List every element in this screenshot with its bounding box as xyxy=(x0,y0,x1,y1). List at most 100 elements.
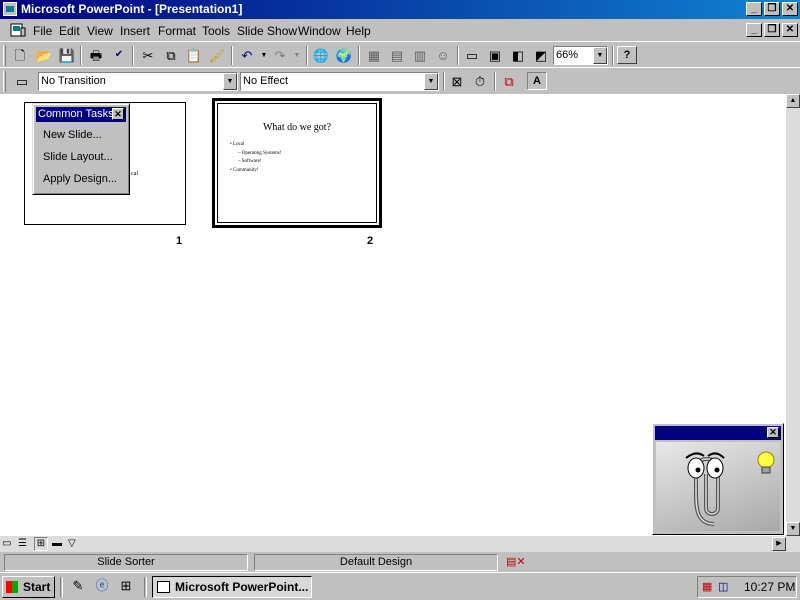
rehearse-timings-icon[interactable]: ⏱ xyxy=(470,72,490,90)
close-icon[interactable]: ✕ xyxy=(112,108,124,120)
new-slide-icon[interactable]: ▭ xyxy=(462,46,482,64)
lightbulb-icon[interactable] xyxy=(756,450,776,476)
hide-slide-icon[interactable]: ⊠ xyxy=(447,72,467,90)
scroll-up-icon[interactable]: ▲ xyxy=(786,94,800,108)
outline-view-icon[interactable]: ☰ xyxy=(18,538,30,550)
menu-tools[interactable]: Tools xyxy=(202,24,230,38)
menu-view[interactable]: View xyxy=(87,24,113,38)
doc-minimize-button[interactable]: _ xyxy=(746,23,762,37)
zoom-value: 66% xyxy=(556,49,579,61)
grayscale-preview-icon[interactable]: ◩ xyxy=(531,46,551,64)
toolbar-separator xyxy=(132,46,134,65)
title-bar[interactable]: Microsoft PowerPoint - [Presentation1] _… xyxy=(0,0,800,19)
help-assistant-icon[interactable]: ? xyxy=(617,46,637,64)
insert-chart-icon[interactable]: ▥ xyxy=(410,46,430,64)
open-folder-icon[interactable]: 📂 xyxy=(34,46,54,64)
menu-window[interactable]: Window xyxy=(298,24,341,38)
doc-close-button[interactable]: ✕ xyxy=(782,23,798,37)
new-slide-button[interactable]: New Slide... xyxy=(43,129,102,141)
scroll-down-icon[interactable]: ▼ xyxy=(786,522,800,536)
zoom-combo[interactable]: 66% ▼ xyxy=(553,46,608,65)
document-icon[interactable] xyxy=(10,23,26,38)
internet-explorer-icon[interactable]: ⓔ xyxy=(92,576,112,594)
slide-thumbnail-2[interactable]: What do we got? • Local – Operating Syst… xyxy=(212,98,382,228)
menu-insert[interactable]: Insert xyxy=(120,24,150,38)
print-icon[interactable]: 🖶 xyxy=(86,46,106,64)
show-formatting-icon[interactable]: A xyxy=(527,72,547,90)
transition-select[interactable]: No Transition ▼ xyxy=(38,72,238,91)
toolbar-separator xyxy=(231,46,233,65)
taskbar-app-label: Microsoft PowerPoint... xyxy=(175,580,309,594)
taskbar-powerpoint-button[interactable]: Microsoft PowerPoint... xyxy=(152,576,312,598)
paste-icon[interactable]: 📋 xyxy=(184,46,204,64)
vertical-scrollbar[interactable]: ▲ ▼ xyxy=(786,94,800,536)
copy-icon[interactable]: ⧉ xyxy=(161,46,181,64)
office-assistant[interactable]: ✕ xyxy=(652,423,784,535)
slide-2-bullet-3: – Software! xyxy=(238,159,262,164)
spelling-icon[interactable]: ✔ xyxy=(109,46,129,64)
effect-value: No Effect xyxy=(243,75,289,87)
toolbar-grip[interactable] xyxy=(3,71,6,92)
close-button[interactable]: ✕ xyxy=(782,2,798,16)
slide-2-content: What do we got? • Local – Operating Syst… xyxy=(217,103,377,223)
common-tasks-toolbar[interactable]: Common Tasks ✕ New Slide... Slide Layout… xyxy=(32,103,130,195)
insert-excel-icon[interactable]: ▤ xyxy=(387,46,407,64)
slide-2-title: What do we got? xyxy=(262,122,332,133)
doc-restore-button[interactable]: ❐ xyxy=(764,23,780,37)
summary-slide-icon[interactable]: ⧉ xyxy=(499,72,519,90)
cut-icon[interactable]: ✂ xyxy=(138,46,158,64)
network-icon[interactable]: ◫ xyxy=(718,577,728,597)
toolbar-separator xyxy=(494,72,496,91)
menu-help[interactable]: Help xyxy=(346,24,371,38)
save-icon[interactable]: 💾 xyxy=(57,46,77,64)
menu-format[interactable]: Format xyxy=(158,24,196,38)
effect-select[interactable]: No Effect ▼ xyxy=(240,72,439,91)
toolbar-separator xyxy=(612,46,614,65)
spelling-status-icon[interactable]: ▤✕ xyxy=(506,555,530,570)
menu-bar: File Edit View Insert Format Tools Slide… xyxy=(0,20,800,41)
close-icon[interactable]: ✕ xyxy=(767,427,779,438)
common-tasks-title-bar[interactable]: Common Tasks ✕ xyxy=(36,107,126,122)
normal-view-icon[interactable]: ▭ xyxy=(2,538,14,550)
taskbar-separator xyxy=(144,577,147,597)
scheduler-icon[interactable]: ▦ xyxy=(702,577,712,597)
slide-number-2: 2 xyxy=(367,235,374,247)
start-button[interactable]: Start xyxy=(2,576,55,598)
insert-table-icon[interactable]: ▦ xyxy=(364,46,384,64)
toolbar-grip[interactable] xyxy=(3,45,6,66)
menu-slide-show[interactable]: Slide Show xyxy=(237,24,297,38)
scroll-right-icon[interactable]: ▶ xyxy=(772,537,786,551)
slide-sorter-view-icon[interactable]: ⊞ xyxy=(34,537,48,551)
new-document-icon[interactable]: 🗋 xyxy=(10,46,30,64)
chevron-down-icon[interactable]: ▼ xyxy=(223,73,237,90)
notes-view-icon[interactable]: ▬ xyxy=(52,538,64,550)
hyperlink-icon[interactable]: 🌐 xyxy=(311,46,331,64)
assistant-title-bar[interactable]: ✕ xyxy=(655,426,781,440)
insert-clipart-icon[interactable]: ☺ xyxy=(433,46,453,64)
slide-show-view-icon[interactable]: ▽ xyxy=(68,538,80,550)
slide-transition-icon[interactable]: ▭ xyxy=(12,72,32,90)
chevron-down-icon[interactable]: ▼ xyxy=(593,47,607,64)
window-title: Microsoft PowerPoint - [Presentation1] xyxy=(21,2,243,16)
menu-edit[interactable]: Edit xyxy=(59,24,80,38)
menu-file[interactable]: File xyxy=(33,24,52,38)
web-toolbar-icon[interactable]: 🌍 xyxy=(334,46,354,64)
restore-button[interactable]: ❐ xyxy=(764,2,780,16)
apply-design-icon[interactable]: ◧ xyxy=(508,46,528,64)
redo-dropdown-icon[interactable]: ▼ xyxy=(287,46,307,64)
show-desktop-icon[interactable]: ✎ xyxy=(68,576,88,594)
format-painter-icon[interactable]: 🖌 xyxy=(207,46,227,64)
horizontal-scrollbar[interactable]: ▭ ☰ ⊞ ▬ ▽ ▶ xyxy=(0,536,800,552)
standard-toolbar: 🗋 📂 💾 🖶 ✔ ✂ ⧉ 📋 🖌 ↶ ▼ ↷ ▼ 🌐 🌍 ▦ ▤ ▥ ☺ ▭ … xyxy=(0,41,800,69)
apply-design-button[interactable]: Apply Design... xyxy=(43,173,117,185)
powerpoint-app-icon[interactable] xyxy=(3,2,17,16)
clippy-pane[interactable] xyxy=(656,442,780,531)
slide-layout-icon[interactable]: ▣ xyxy=(485,46,505,64)
channels-icon[interactable]: ⊞ xyxy=(116,576,136,594)
chevron-down-icon[interactable]: ▼ xyxy=(424,73,438,90)
toolbar-separator xyxy=(306,46,308,65)
slide-layout-button[interactable]: Slide Layout... xyxy=(43,151,113,163)
minimize-button[interactable]: _ xyxy=(746,2,762,16)
clock[interactable]: 10:27 PM xyxy=(744,577,795,597)
toolbar-separator xyxy=(80,46,82,65)
